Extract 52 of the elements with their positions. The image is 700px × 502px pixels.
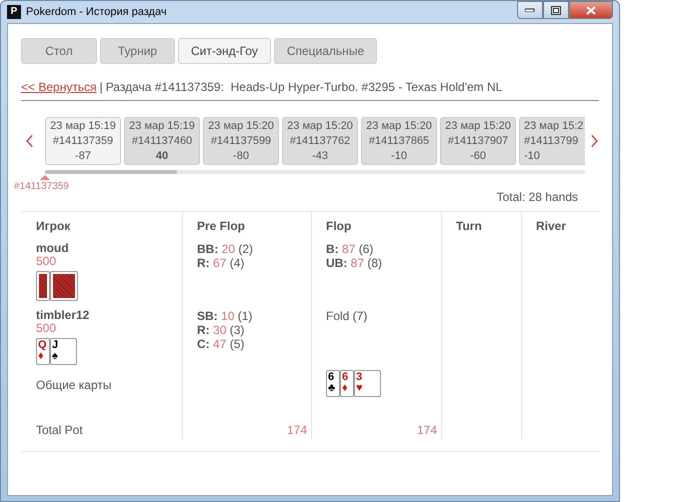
column-header: River bbox=[536, 219, 566, 233]
player-name: moud bbox=[36, 242, 70, 255]
hand-card[interactable]: 23 мар 15:2 #14113799 -10 bbox=[519, 117, 585, 165]
column-header: Pre Flop bbox=[197, 219, 246, 233]
maximize-icon bbox=[551, 6, 561, 14]
total-pot-label: Total Pot bbox=[36, 423, 83, 437]
hand-marker-label: #141137359 bbox=[14, 181, 69, 192]
action-text: BB: 20 (2) bbox=[197, 242, 254, 256]
player-stack: 500 bbox=[36, 255, 58, 268]
pot-amount: 174 bbox=[416, 423, 437, 437]
community-cards-label: Общие карты bbox=[36, 378, 112, 392]
close-icon bbox=[586, 6, 596, 14]
pot-amount: 174 bbox=[286, 423, 307, 437]
hand-card[interactable]: 23 мар 15:19 #141137359 -87 bbox=[45, 117, 121, 165]
action-text: SB: 10 (1) bbox=[197, 309, 254, 323]
minimize-button[interactable] bbox=[517, 1, 543, 19]
action-text: R: 30 (3) bbox=[197, 323, 246, 337]
hand-title: Раздача #141137359: Heads-Up Hyper-Turbo. #3295 - Texas Hold'em NL bbox=[106, 79, 502, 96]
tab[interactable]: Сит-энд-Гоу bbox=[178, 38, 271, 64]
separator: | bbox=[100, 79, 103, 96]
action-text: R: 67 (4) bbox=[197, 256, 246, 270]
hand-card[interactable]: 23 мар 15:20 #141137599 -80 bbox=[203, 117, 279, 165]
action-text: B: 87 (6) bbox=[326, 242, 374, 256]
tab[interactable]: Специальные bbox=[274, 38, 378, 64]
app-logo: P bbox=[7, 5, 21, 19]
action-text: C: 47 (5) bbox=[197, 337, 246, 351]
player-stack: 500 bbox=[36, 322, 58, 335]
hand-card[interactable]: 23 мар 15:20 #141137762 -43 bbox=[282, 117, 358, 165]
window-title: Pokerdom - История раздач bbox=[26, 4, 167, 20]
action-text: UB: 87 (8) bbox=[326, 256, 384, 270]
marker-triangle-icon bbox=[40, 175, 50, 180]
playing-card: 3 ♥ bbox=[354, 370, 381, 397]
hand-card[interactable]: 23 мар 15:20 #141137865 -10 bbox=[361, 117, 437, 165]
column-header: Игрок bbox=[36, 219, 70, 233]
scrollbar-thumb[interactable] bbox=[45, 170, 177, 174]
hand-card[interactable]: 23 мар 15:20 #141137907 -60 bbox=[440, 117, 516, 165]
hand-card[interactable]: 23 мар 15:19 #141137460 40 bbox=[124, 117, 200, 165]
maximize-button[interactable] bbox=[543, 1, 569, 19]
action-text: Fold (7) bbox=[326, 309, 368, 323]
back-link[interactable]: << Вернуться bbox=[21, 78, 97, 96]
tab[interactable]: Турнир bbox=[100, 38, 175, 64]
playing-card: 6 ♣ bbox=[326, 370, 340, 397]
playing-card: Q ♦ bbox=[36, 338, 50, 365]
close-button[interactable] bbox=[569, 1, 613, 19]
total-hands-label: Total: 28 hands bbox=[496, 189, 578, 206]
tab[interactable]: Стол bbox=[21, 38, 97, 64]
playing-card: J ♠ bbox=[50, 338, 77, 365]
minimize-icon bbox=[525, 8, 535, 12]
column-header: Turn bbox=[456, 219, 482, 233]
playing-card: 6 ♦ bbox=[340, 370, 354, 397]
column-header: Flop bbox=[326, 219, 352, 233]
player-name: timbler12 bbox=[36, 309, 90, 322]
